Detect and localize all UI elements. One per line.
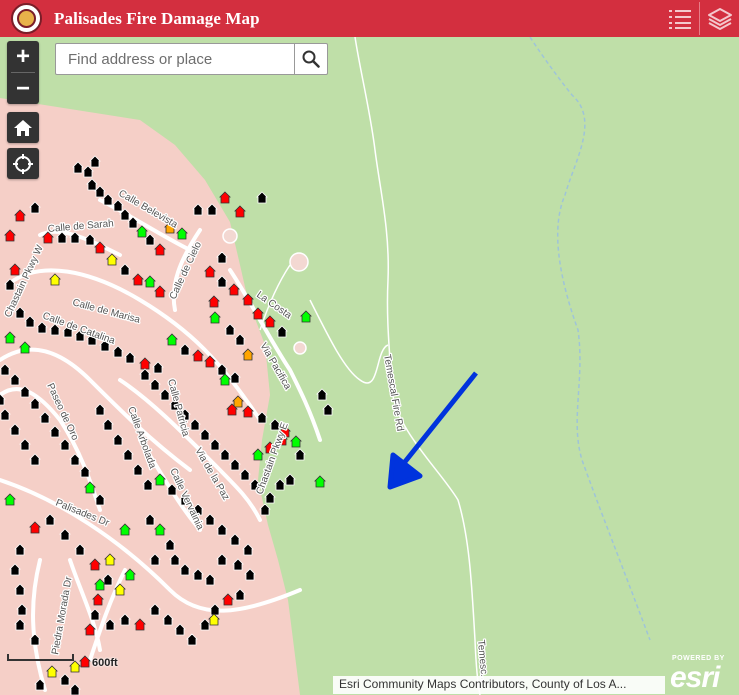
locate-button[interactable] [7, 148, 39, 179]
zoom-in-button[interactable]: + [7, 41, 39, 72]
zoom-control: + − [7, 41, 39, 104]
search-box [55, 43, 328, 75]
header-divider [699, 2, 700, 35]
search-input[interactable] [56, 44, 294, 74]
city-seal-icon [11, 3, 42, 34]
zoom-out-button[interactable]: − [7, 73, 39, 104]
scale-label: 600ft [92, 657, 118, 669]
attribution: Esri Community Maps Contributors, County… [333, 676, 665, 694]
legend-list-icon[interactable] [661, 0, 699, 37]
app-title: Palisades Fire Damage Map [54, 9, 260, 28]
search-icon [302, 50, 320, 68]
esri-wordmark: esri [670, 661, 720, 694]
layers-icon[interactable] [701, 0, 739, 37]
search-button[interactable] [294, 44, 327, 74]
app-header: Palisades Fire Damage Map [0, 0, 739, 37]
esri-logo[interactable]: POWERED BY esri [670, 655, 734, 694]
map-view[interactable]: Calle Belevista Calle de Sarah Calle de … [0, 37, 739, 695]
scale-bar [7, 654, 74, 661]
home-icon [14, 119, 32, 136]
home-button[interactable] [7, 112, 39, 143]
locate-icon [13, 153, 33, 174]
